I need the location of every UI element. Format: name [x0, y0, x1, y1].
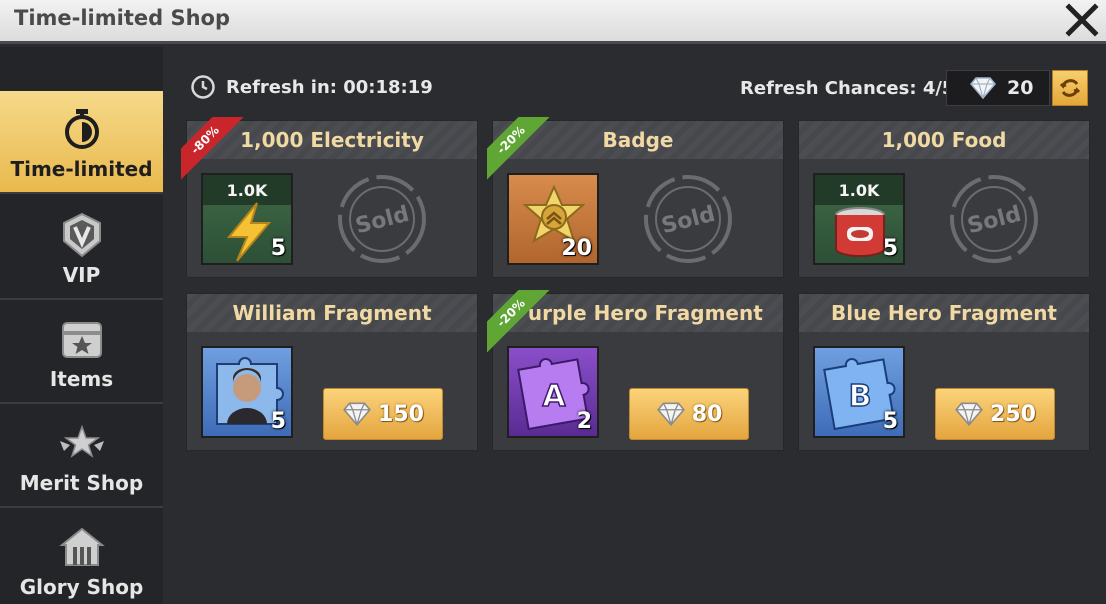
discount-ribbon: -20% [487, 117, 551, 181]
gem-balance: 20 [946, 70, 1050, 106]
discount-label: -20% [487, 117, 551, 181]
sidebar-item-items[interactable]: Items [0, 301, 163, 404]
item-tile[interactable]: B 5 [813, 346, 905, 438]
price: 250 [990, 401, 1036, 427]
clock-icon [191, 75, 215, 99]
sold-stamp-icon: Sold [644, 175, 732, 263]
shop-card-william-fragment: William Fragment 5 150 [186, 293, 478, 451]
title-bar: Time-limited Shop [0, 0, 1106, 44]
sidebar-item-label: Glory Shop [19, 575, 144, 599]
diamond-icon [970, 77, 996, 99]
refresh-chances: Refresh Chances: 4/5 [740, 78, 955, 99]
tile-amount: 1.0K [815, 175, 903, 205]
diamond-icon [656, 402, 685, 426]
sold-text: Sold [659, 202, 718, 239]
stopwatch-icon [64, 109, 99, 149]
shop-card-blue-hero-fragment: Blue Hero Fragment B 5 250 [798, 293, 1090, 451]
refresh-button[interactable] [1052, 70, 1088, 106]
sidebar-item-label: Items [49, 367, 114, 391]
buy-button[interactable]: 80 [629, 388, 749, 440]
sidebar-item-label: Time-limited [10, 157, 153, 181]
item-tile[interactable]: A 2 [507, 346, 599, 438]
close-icon[interactable] [1064, 2, 1100, 38]
lightning-icon [226, 202, 272, 262]
price: 150 [378, 401, 424, 427]
shop-card-purple-hero-fragment: Purple Hero Fragment -20% A 2 80 [487, 290, 784, 451]
card-title: Blue Hero Fragment [799, 294, 1089, 332]
shop-card-badge: Badge -20% 20 Sold [487, 117, 784, 278]
puzzle-letter: B [849, 379, 872, 414]
sidebar-item-vip[interactable]: VIP [0, 197, 163, 300]
sidebar: Time-limited VIP Items Merit Shop Glory … [0, 47, 163, 604]
sold-text: Sold [965, 202, 1024, 239]
sidebar-item-label: VIP [62, 263, 101, 287]
sidebar-item-glory-shop[interactable]: Glory Shop [0, 509, 163, 604]
sidebar-item-merit-shop[interactable]: Merit Shop [0, 405, 163, 508]
puzzle-letter: A [542, 379, 566, 414]
sidebar-item-label: Merit Shop [19, 471, 144, 495]
item-tile[interactable]: 1.0K 5 [813, 173, 905, 265]
discount-label: -80% [181, 117, 245, 181]
star-wings-icon [59, 424, 104, 458]
item-tile[interactable]: 5 [201, 346, 293, 438]
sidebar-item-time-limited[interactable]: Time-limited [0, 91, 163, 194]
vip-shield-icon [62, 212, 101, 258]
diamond-icon [955, 402, 983, 426]
card-title: William Fragment [187, 294, 477, 332]
shop-card-food: 1,000 Food 1.0K 5 Sold [798, 120, 1090, 278]
shop-card-electricity: 1,000 Electricity -80% 1.0K 5 Sold [181, 117, 478, 278]
food-can-icon [835, 207, 885, 257]
discount-label: -20% [487, 290, 551, 354]
item-tile[interactable]: 1.0K 5 [201, 173, 293, 265]
refresh-timer: Refresh in: 00:18:19 [190, 74, 433, 100]
house-icon [58, 527, 105, 566]
item-tile[interactable]: 20 [507, 173, 599, 265]
item-quantity: 5 [270, 409, 286, 434]
card-title: 1,000 Food [799, 121, 1089, 159]
item-quantity: 5 [882, 236, 898, 261]
diamond-icon [343, 402, 371, 426]
buy-button[interactable]: 150 [323, 388, 443, 440]
refresh-label: Refresh in: 00:18:19 [226, 76, 433, 98]
refresh-arrows-icon [1059, 79, 1081, 97]
item-quantity: 5 [270, 236, 286, 261]
discount-ribbon: -80% [181, 117, 245, 181]
item-quantity: 20 [561, 236, 592, 261]
sold-text: Sold [353, 202, 412, 239]
chest-icon [61, 322, 102, 358]
buy-button[interactable]: 250 [935, 388, 1055, 440]
window-title: Time-limited Shop [14, 6, 230, 30]
discount-ribbon: -20% [487, 290, 551, 354]
sold-stamp-icon: Sold [950, 175, 1038, 263]
sold-stamp-icon: Sold [338, 175, 426, 263]
item-quantity: 2 [576, 409, 592, 434]
item-quantity: 5 [882, 409, 898, 434]
gem-count: 20 [1007, 77, 1034, 99]
price: 80 [691, 401, 723, 427]
